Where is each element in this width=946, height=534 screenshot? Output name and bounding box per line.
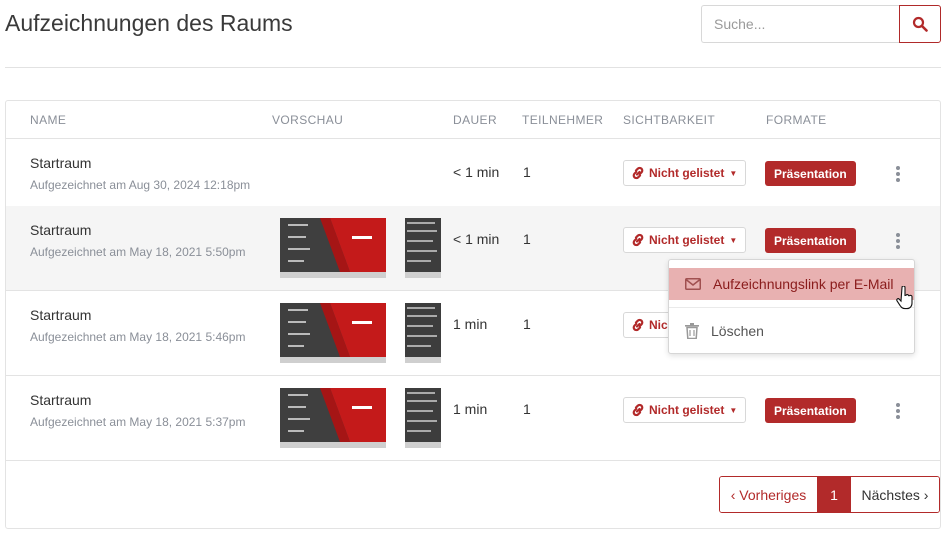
recording-participants: 1 <box>523 164 531 180</box>
current-page-button[interactable]: 1 <box>818 477 850 512</box>
column-header-preview: VORSCHAU <box>272 113 344 127</box>
recording-duration: 1 min <box>453 401 488 417</box>
recording-name: Startraum <box>30 392 92 408</box>
previous-page-button[interactable]: ‹ Vorheriges <box>720 477 818 512</box>
visibility-label: Nicht gelistet <box>649 166 725 180</box>
recording-name: Startraum <box>30 307 92 323</box>
column-header-duration: DAUER <box>453 113 498 127</box>
table-row: Startraum Aufgezeichnet am May 18, 2021 … <box>6 376 940 461</box>
row-options-button[interactable] <box>890 400 906 422</box>
trash-icon <box>685 323 699 339</box>
caret-down-icon: ▼ <box>729 235 738 245</box>
pagination: ‹ Vorheriges 1 Nächstes › <box>719 476 940 513</box>
recording-participants: 1 <box>523 316 531 332</box>
title-divider <box>5 67 941 68</box>
visibility-dropdown[interactable]: Nicht gelistet ▼ <box>623 227 747 253</box>
envelope-icon <box>685 278 701 290</box>
table-header: NAME VORSCHAU DAUER TEILNEHMER SICHTBARK… <box>6 101 940 139</box>
format-presentation-button[interactable]: Präsentation <box>765 161 856 186</box>
search-icon <box>912 16 928 32</box>
preview-thumbnail[interactable] <box>405 388 441 448</box>
recording-name: Startraum <box>30 155 92 171</box>
caret-down-icon: ▼ <box>729 405 738 415</box>
column-header-name: NAME <box>30 113 67 127</box>
format-presentation-button[interactable]: Präsentation <box>765 398 856 423</box>
column-header-formats: FORMATE <box>766 113 827 127</box>
visibility-dropdown[interactable]: Nicht gelistet ▼ <box>623 397 747 423</box>
recording-duration: < 1 min <box>453 164 500 180</box>
preview-thumbnail[interactable] <box>405 303 441 363</box>
search-input[interactable] <box>701 5 899 43</box>
recording-participants: 1 <box>523 231 531 247</box>
recording-date: Aufgezeichnet am Aug 30, 2024 12:18pm <box>30 178 251 192</box>
caret-down-icon: ▼ <box>729 168 738 178</box>
menu-item-label: Aufzeichnungslink per E-Mail <box>713 276 894 292</box>
next-page-button[interactable]: Nächstes › <box>850 477 939 512</box>
menu-item-email-link[interactable]: Aufzeichnungslink per E-Mail <box>669 268 914 300</box>
row-options-button[interactable] <box>890 163 906 185</box>
search-bar <box>701 5 941 43</box>
preview-thumbnail[interactable] <box>280 388 386 448</box>
link-icon <box>632 233 644 247</box>
preview-thumbnail[interactable] <box>280 303 386 363</box>
preview-thumbnail[interactable] <box>280 218 386 278</box>
column-header-participants: TEILNEHMER <box>522 113 604 127</box>
row-options-menu: Aufzeichnungslink per E-Mail Löschen <box>668 259 915 354</box>
format-presentation-button[interactable]: Präsentation <box>765 228 856 253</box>
recording-date: Aufgezeichnet am May 18, 2021 5:37pm <box>30 415 246 429</box>
visibility-dropdown[interactable]: Nicht gelistet ▼ <box>623 160 747 186</box>
recording-date: Aufgezeichnet am May 18, 2021 5:46pm <box>30 330 246 344</box>
link-icon <box>632 318 644 332</box>
link-icon <box>632 166 644 180</box>
recording-date: Aufgezeichnet am May 18, 2021 5:50pm <box>30 245 246 259</box>
visibility-label: Nicht gelistet <box>649 233 725 247</box>
link-icon <box>632 403 644 417</box>
menu-item-delete[interactable]: Löschen <box>669 315 914 347</box>
menu-divider <box>669 307 914 308</box>
visibility-label: Nicht gelistet <box>649 403 725 417</box>
search-button[interactable] <box>899 5 941 43</box>
recording-participants: 1 <box>523 401 531 417</box>
recording-name: Startraum <box>30 222 92 238</box>
column-header-visibility: SICHTBARKEIT <box>623 113 716 127</box>
menu-item-label: Löschen <box>711 323 764 339</box>
row-options-button[interactable] <box>890 230 906 252</box>
hand-cursor-icon <box>896 286 913 310</box>
page-title: Aufzeichnungen des Raums <box>5 10 293 36</box>
preview-thumbnail[interactable] <box>405 218 441 278</box>
recording-duration: < 1 min <box>453 231 500 247</box>
recording-duration: 1 min <box>453 316 488 332</box>
visibility-label: Nic <box>649 318 668 332</box>
